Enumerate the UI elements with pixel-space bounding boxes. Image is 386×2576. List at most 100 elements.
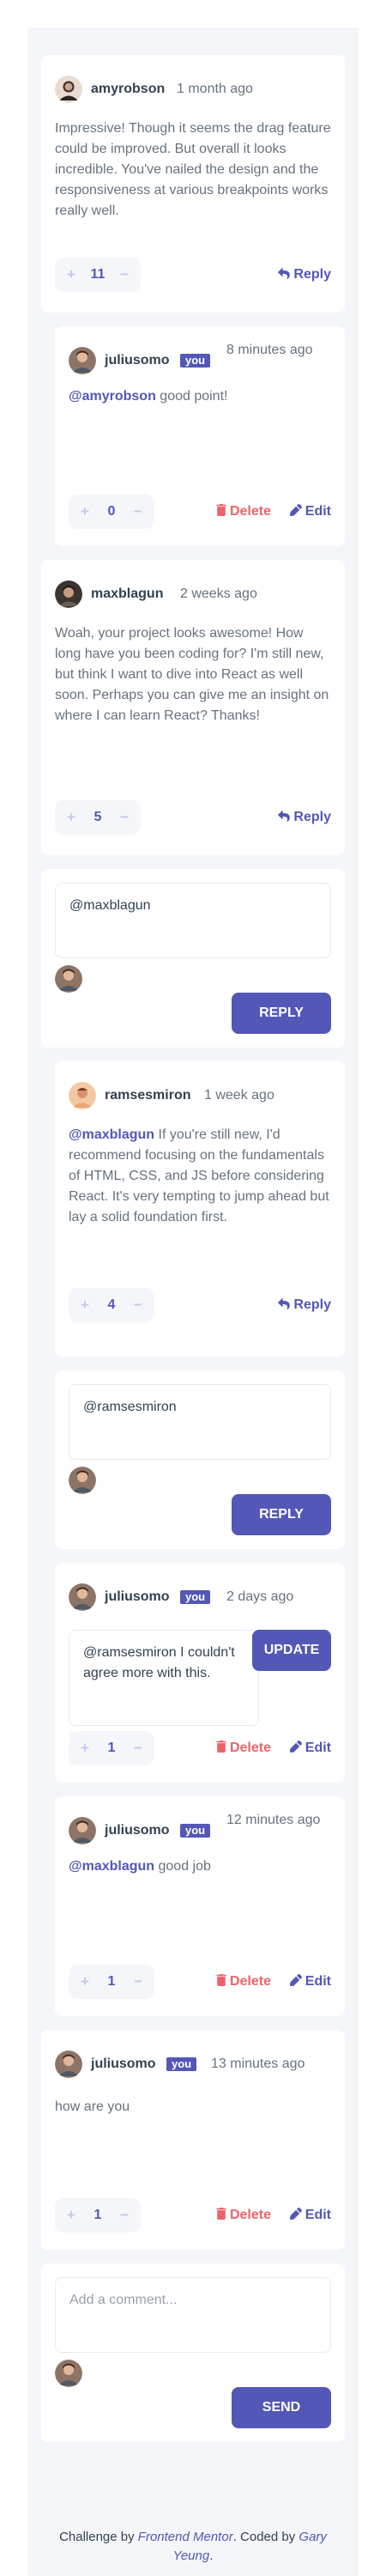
delete-label: Delete xyxy=(229,2208,271,2222)
avatar xyxy=(55,2050,82,2078)
minus-icon[interactable]: − xyxy=(125,1288,151,1322)
edit-label: Edit xyxy=(305,2208,331,2222)
you-badge: you xyxy=(180,354,211,368)
comment-date: 13 minutes ago xyxy=(211,2057,305,2071)
comment-text: @maxblagun If you're still new, I'd reco… xyxy=(69,1125,331,1228)
delete-label: Delete xyxy=(229,1974,271,1989)
comment-date: 2 days ago xyxy=(226,1589,294,1604)
delete-button[interactable]: Delete xyxy=(216,501,271,522)
trash-icon xyxy=(216,1741,226,1753)
new-comment-form: Add a comment... SEND xyxy=(41,2263,345,2442)
vote-score: 1 xyxy=(107,1741,116,1755)
username[interactable]: amyrobson xyxy=(91,81,165,98)
pencil-icon xyxy=(289,1974,302,1986)
username[interactable]: juliusomo xyxy=(105,1822,170,1839)
delete-button[interactable]: Delete xyxy=(216,2205,271,2226)
minus-icon[interactable]: − xyxy=(112,258,137,292)
delete-button[interactable]: Delete xyxy=(216,1971,271,1992)
mention[interactable]: @maxblagun xyxy=(69,1859,154,1874)
edit-button[interactable]: Edit xyxy=(289,1738,331,1759)
comment-card: juliusomo you 2 days ago @ramsesmiron I … xyxy=(55,1563,345,1783)
comment-date: 1 month ago xyxy=(177,82,253,96)
avatar xyxy=(69,1467,96,1494)
vote-counter: + 4 − xyxy=(69,1288,154,1322)
reply-button[interactable]: Reply xyxy=(278,1295,331,1315)
username[interactable]: ramsesmiron xyxy=(105,1087,191,1104)
reply-icon xyxy=(278,811,291,822)
delete-label: Delete xyxy=(229,1741,271,1755)
vote-counter: + 11 − xyxy=(55,258,141,292)
footer-prefix: Challenge by xyxy=(59,2530,138,2544)
comment-text: how are you xyxy=(55,2099,130,2114)
edit-label: Edit xyxy=(305,504,331,519)
reply-label: Reply xyxy=(293,267,331,282)
reply-submit-button[interactable]: REPLY xyxy=(232,1494,331,1535)
minus-icon[interactable]: − xyxy=(112,2198,137,2233)
comment-card: ramsesmiron 1 week ago @maxblagun If you… xyxy=(55,1061,345,1357)
vote-score: 1 xyxy=(93,2208,102,2222)
edit-label: Edit xyxy=(305,1974,331,1989)
footer-middle: . Coded by xyxy=(232,2530,299,2544)
comment-textarea[interactable]: Add a comment... xyxy=(55,2277,331,2353)
attribution-footer: Challenge by Frontend Mentor. Coded by G… xyxy=(0,2528,386,2566)
reply-button[interactable]: Reply xyxy=(278,807,331,828)
send-button[interactable]: SEND xyxy=(232,2387,331,2428)
reply-icon xyxy=(278,1298,291,1309)
mention[interactable]: @amyrobson xyxy=(69,389,156,404)
vote-counter: + 0 − xyxy=(69,495,154,529)
you-badge: you xyxy=(180,1590,211,1604)
vote-score: 5 xyxy=(93,810,102,824)
vote-counter: + 1 − xyxy=(55,2198,141,2233)
username[interactable]: juliusomo xyxy=(105,1589,170,1606)
delete-button[interactable]: Delete xyxy=(216,1738,271,1759)
comments-page: amyrobson 1 month ago Impressive! Though… xyxy=(27,27,359,2576)
avatar xyxy=(55,2360,82,2387)
comment-text-body: good point! xyxy=(155,389,228,404)
reply-label: Reply xyxy=(293,1297,331,1312)
username[interactable]: maxblagun xyxy=(91,586,163,603)
avatar xyxy=(69,347,96,374)
username[interactable]: juliusomo xyxy=(91,2056,156,2073)
username[interactable]: juliusomo xyxy=(105,352,170,369)
vote-counter: + 1 − xyxy=(69,1965,154,1999)
minus-icon[interactable]: − xyxy=(125,1965,151,1999)
avatar xyxy=(69,1583,96,1611)
minus-icon[interactable]: − xyxy=(125,1731,151,1765)
edit-button[interactable]: Edit xyxy=(289,2205,331,2226)
comment-text: @maxblagun good job xyxy=(69,1856,331,1877)
frontend-mentor-link[interactable]: Frontend Mentor xyxy=(138,2530,233,2544)
reply-textarea[interactable]: @maxblagun xyxy=(55,883,331,958)
avatar xyxy=(55,76,82,103)
minus-icon[interactable]: − xyxy=(112,800,137,835)
comment-date: 1 week ago xyxy=(204,1088,274,1103)
vote-score: 4 xyxy=(107,1297,116,1312)
trash-icon xyxy=(216,504,226,516)
comment-card: juliusomo you 8 minutes ago @amyrobson g… xyxy=(55,326,345,546)
vote-score: 0 xyxy=(107,504,116,519)
edit-button[interactable]: Edit xyxy=(289,501,331,522)
delete-label: Delete xyxy=(229,504,271,519)
avatar xyxy=(69,1817,96,1844)
update-button[interactable]: UPDATE xyxy=(252,1630,331,1671)
comment-text: Woah, your project looks awesome! How lo… xyxy=(55,626,329,723)
minus-icon[interactable]: − xyxy=(125,495,151,529)
edit-textarea[interactable]: @ramsesmiron I couldn't agree more with … xyxy=(69,1630,259,1726)
edit-label: Edit xyxy=(305,1741,331,1755)
reply-button[interactable]: Reply xyxy=(278,264,331,285)
pencil-icon xyxy=(289,2208,302,2220)
vote-score: 1 xyxy=(107,1974,116,1989)
reply-form: @maxblagun REPLY xyxy=(41,869,345,1048)
comment-text: Impressive! Though it seems the drag fea… xyxy=(55,121,331,218)
edit-button[interactable]: Edit xyxy=(289,1971,331,1992)
reply-form: @ramsesmiron REPLY xyxy=(55,1370,345,1549)
avatar xyxy=(55,965,82,993)
comment-text-body: good job xyxy=(154,1859,211,1874)
reply-textarea[interactable]: @ramsesmiron xyxy=(69,1384,331,1460)
reply-icon xyxy=(278,268,291,279)
you-badge: you xyxy=(166,2057,197,2071)
comment-card: amyrobson 1 month ago Impressive! Though… xyxy=(41,55,345,313)
comment-card: juliusomo you 13 minutes ago how are you… xyxy=(41,2030,345,2250)
reply-submit-button[interactable]: REPLY xyxy=(232,993,331,1034)
vote-counter: + 5 − xyxy=(55,800,141,835)
mention[interactable]: @maxblagun xyxy=(69,1127,154,1142)
